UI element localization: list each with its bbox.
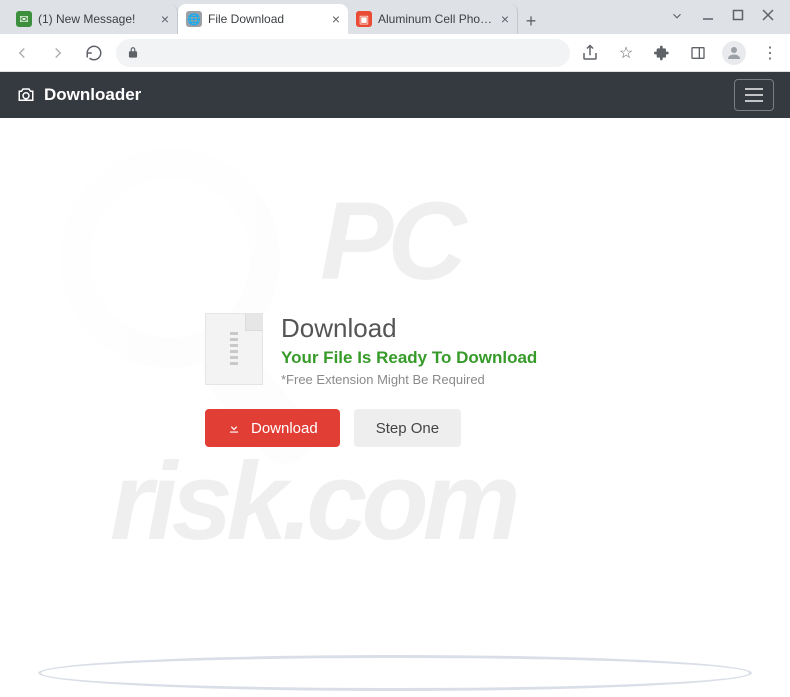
- browser-tabstrip: ✉ (1) New Message! × 🌐 File Download × ▣…: [0, 0, 790, 34]
- extensions-icon[interactable]: [650, 41, 674, 65]
- site-navbar: Downloader: [0, 72, 790, 118]
- browser-toolbar: ☆ ⋮: [0, 34, 790, 72]
- hamburger-icon: [745, 94, 763, 96]
- step-one-button[interactable]: Step One: [354, 409, 461, 447]
- download-note-text: *Free Extension Might Be Required: [281, 372, 537, 387]
- reload-button[interactable]: [80, 39, 108, 67]
- tab-aluminum[interactable]: ▣ Aluminum Cell Phone H ×: [348, 4, 518, 34]
- close-icon[interactable]: ×: [161, 11, 169, 27]
- favicon-icon: ✉: [16, 11, 32, 27]
- page-content: PC risk.com Download Your File Is Ready …: [0, 118, 790, 697]
- download-button-label: Download: [251, 420, 318, 437]
- step-one-label: Step One: [376, 420, 439, 437]
- favicon-icon: ▣: [356, 11, 372, 27]
- bookmark-star-icon[interactable]: ☆: [614, 41, 638, 65]
- annotation-oval: [38, 655, 752, 691]
- info-icon[interactable]: [670, 9, 684, 28]
- tab-label: File Download: [208, 12, 326, 26]
- download-heading: Download: [281, 313, 537, 344]
- camera-icon: [16, 86, 36, 104]
- profile-avatar[interactable]: [722, 41, 746, 65]
- new-tab-button[interactable]: +: [518, 8, 544, 34]
- kebab-menu-icon[interactable]: ⋮: [758, 41, 782, 65]
- forward-button[interactable]: [44, 39, 72, 67]
- maximize-icon[interactable]: [732, 9, 744, 28]
- close-icon[interactable]: ×: [332, 11, 340, 27]
- back-button[interactable]: [8, 39, 36, 67]
- close-window-icon[interactable]: [762, 9, 774, 28]
- lock-icon: [126, 46, 140, 60]
- window-controls: [670, 9, 790, 34]
- download-button[interactable]: Download: [205, 409, 340, 447]
- tab-label: (1) New Message!: [38, 12, 155, 26]
- download-icon: [227, 421, 241, 435]
- tab-label: Aluminum Cell Phone H: [378, 12, 495, 26]
- side-panel-icon[interactable]: [686, 41, 710, 65]
- minimize-icon[interactable]: [702, 9, 714, 28]
- close-icon[interactable]: ×: [501, 11, 509, 27]
- favicon-icon: 🌐: [186, 11, 202, 27]
- site-brand[interactable]: Downloader: [16, 85, 141, 105]
- download-ready-text: Your File Is Ready To Download: [281, 348, 537, 368]
- hamburger-button[interactable]: [734, 79, 774, 111]
- zip-file-icon: [205, 313, 263, 385]
- share-icon[interactable]: [578, 41, 602, 65]
- address-bar[interactable]: [116, 39, 570, 67]
- brand-text: Downloader: [44, 85, 141, 105]
- tab-newmessage[interactable]: ✉ (1) New Message! ×: [8, 4, 178, 34]
- tab-filedownload[interactable]: 🌐 File Download ×: [178, 4, 348, 34]
